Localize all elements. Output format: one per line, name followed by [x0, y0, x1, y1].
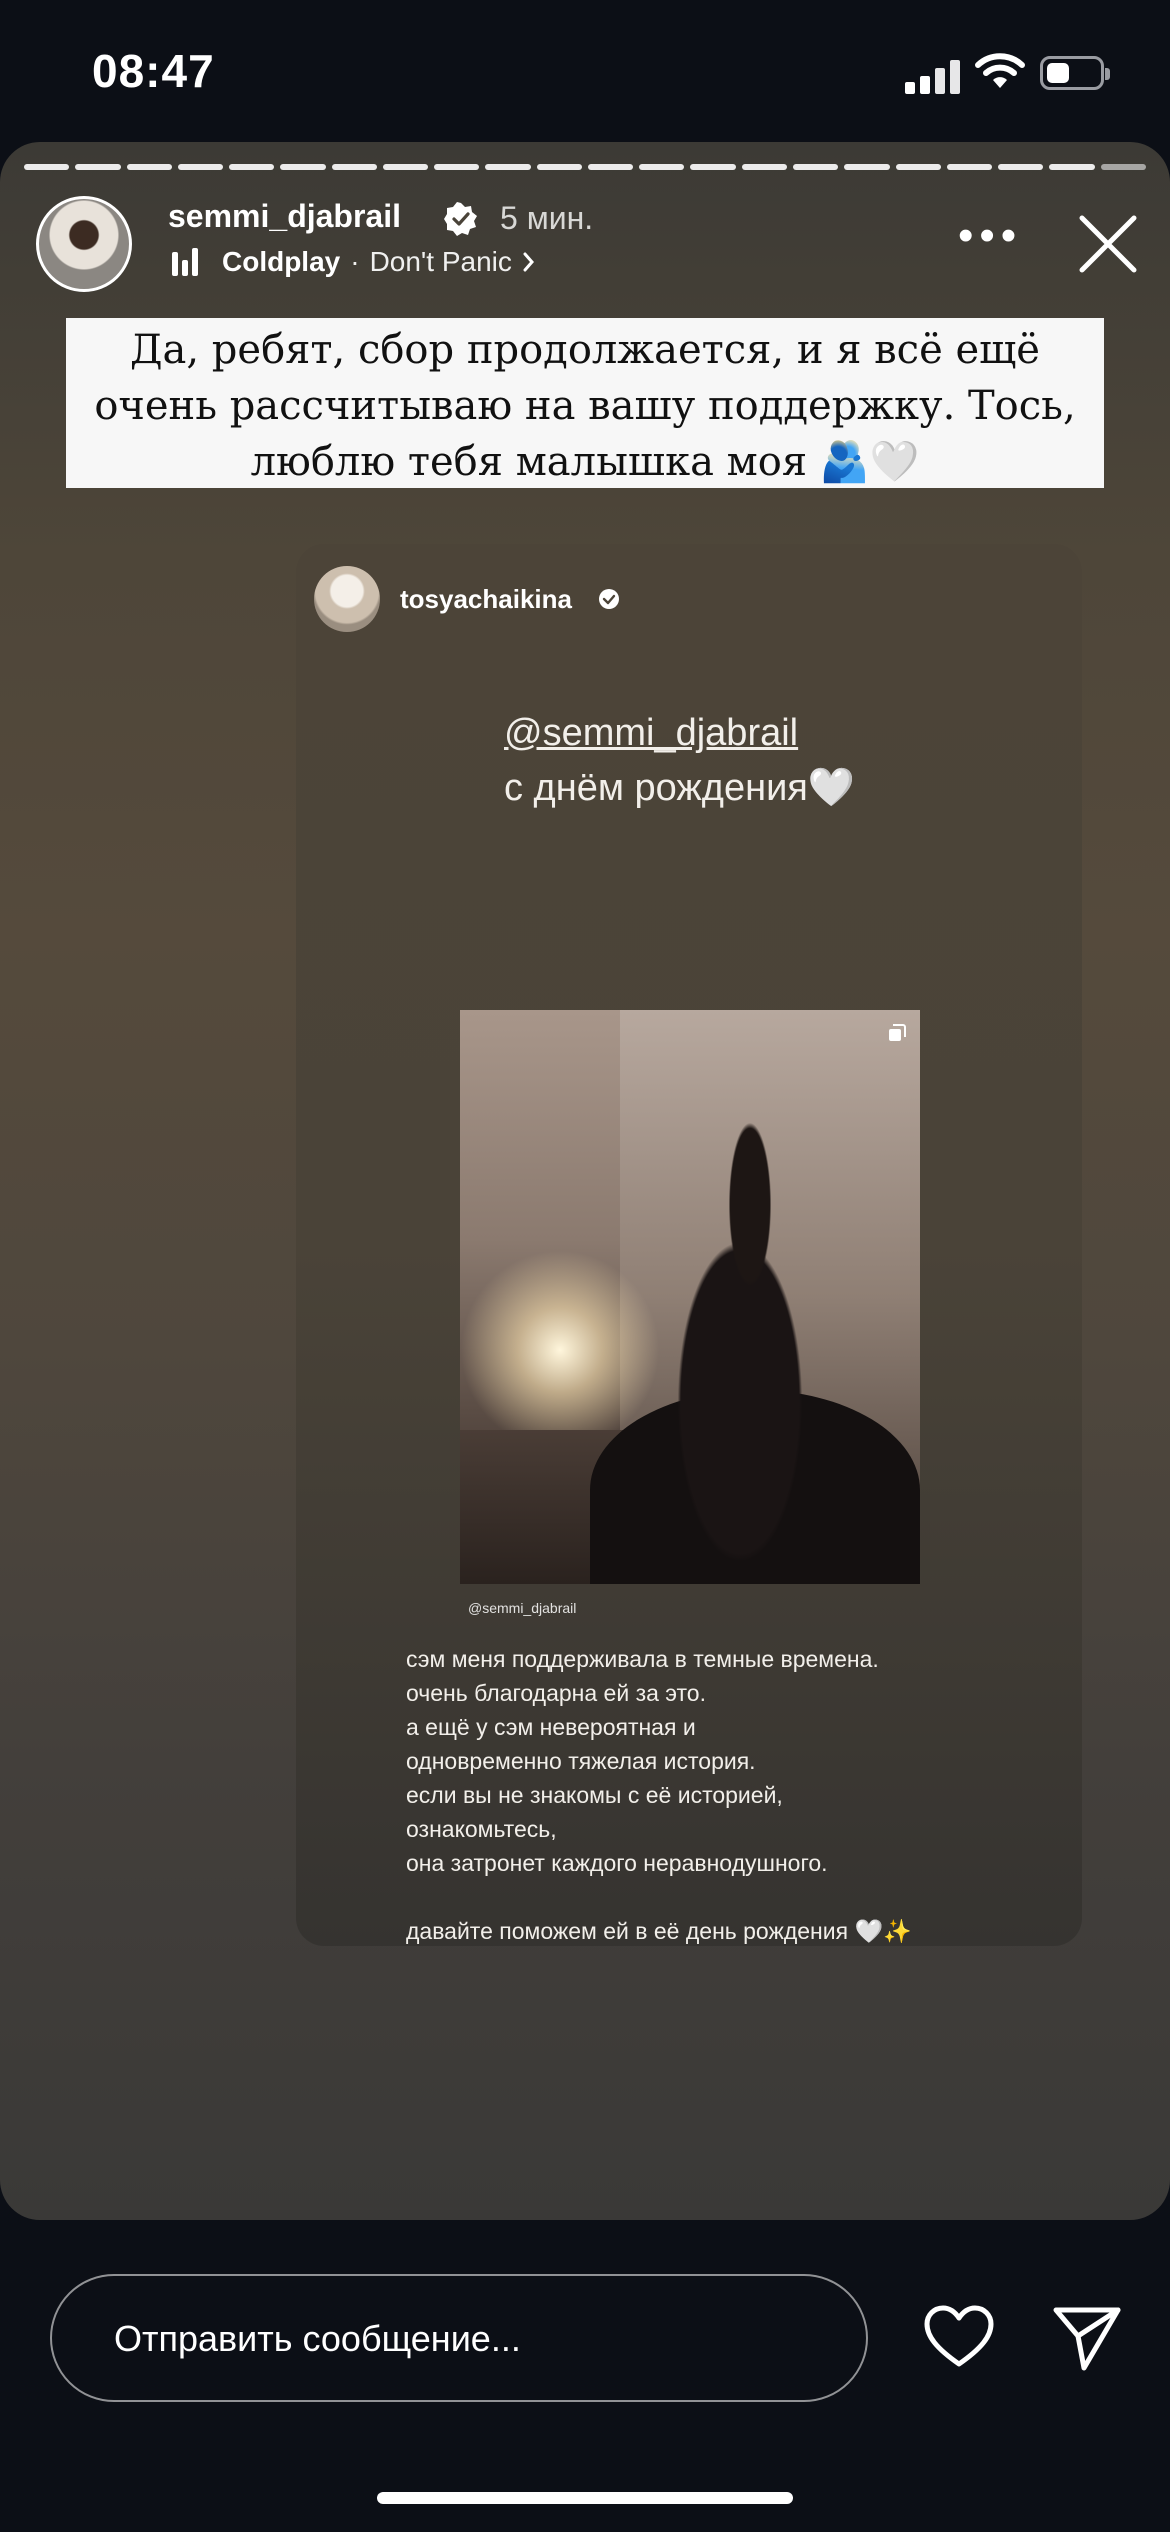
repost-body: сэм меня поддерживала в темные времена. …	[406, 1642, 1006, 1948]
verified-badge-icon	[599, 589, 619, 609]
more-dots-icon[interactable]: •••	[958, 214, 1022, 258]
progress-segment	[639, 164, 685, 170]
signal-bars-icon	[905, 58, 961, 94]
progress-segment	[792, 164, 839, 170]
story-card[interactable]: semmi_djabrail 5 мин. Coldplay · Don't P…	[0, 142, 1170, 2220]
progress-segment	[998, 164, 1044, 170]
reply-placeholder: Отправить сообщение...	[114, 2318, 521, 2359]
music-separator: ·	[350, 246, 360, 277]
home-indicator[interactable]	[377, 2492, 793, 2504]
story-time-ago: 5 мин.	[500, 200, 594, 236]
progress-segment	[434, 164, 480, 170]
progress-segment	[75, 164, 121, 170]
progress-segment	[741, 164, 787, 170]
close-icon[interactable]	[1076, 212, 1140, 276]
send-icon[interactable]	[1052, 2302, 1122, 2372]
photo-credit[interactable]: @semmi_djabrail	[468, 1600, 576, 1616]
progress-segment	[895, 164, 941, 170]
story-username[interactable]: semmi_djabrail	[168, 198, 401, 235]
progress-segment	[177, 164, 224, 170]
birthday-text: с днём рождения🤍	[504, 767, 856, 809]
progress-segment	[1049, 164, 1095, 170]
music-sticker[interactable]: Coldplay · Don't Panic	[172, 246, 536, 278]
avatar[interactable]	[36, 196, 132, 292]
battery-icon	[1040, 56, 1110, 90]
progress-segment	[229, 164, 275, 170]
repost-username[interactable]: tosyachaikina	[400, 584, 572, 615]
heart-icon[interactable]	[922, 2304, 996, 2370]
multiple-photos-icon	[889, 1024, 906, 1041]
mention-link[interactable]: @semmi_djabrail	[504, 712, 798, 755]
status-bar: 08:47	[0, 0, 1170, 140]
progress-segment	[485, 164, 531, 170]
repost-footer: давайте поможем ей в её день рождения 🤍✨	[406, 1918, 912, 1944]
story-caption: Да, ребят, сбор продолжается, и я всё ещ…	[66, 318, 1104, 488]
repost-avatar[interactable]	[314, 566, 380, 632]
reply-input[interactable]: Отправить сообщение...	[50, 2274, 868, 2402]
verified-badge-icon	[444, 202, 477, 236]
progress-segment	[946, 164, 993, 170]
progress-segment	[24, 164, 70, 170]
music-song: Don't Panic	[369, 246, 512, 277]
status-time: 08:47	[92, 45, 215, 97]
reposted-story[interactable]: tosyachaikina @semmi_djabrail с днём рож…	[296, 544, 1082, 1946]
progress-segment	[331, 164, 377, 170]
reposted-photo[interactable]	[460, 1010, 920, 1584]
progress-segment	[844, 164, 890, 170]
progress-segment	[587, 164, 634, 170]
story-progress-bar	[24, 164, 1146, 170]
chevron-right-icon	[523, 252, 534, 272]
music-bars-icon	[172, 248, 198, 276]
wifi-icon	[975, 53, 1025, 88]
progress-segment	[536, 164, 582, 170]
progress-segment	[280, 164, 326, 170]
progress-segment	[690, 164, 736, 170]
repost-body-paragraph: сэм меня поддерживала в темные времена. …	[406, 1646, 879, 1876]
progress-segment	[1100, 164, 1146, 170]
progress-segment	[382, 164, 429, 170]
progress-segment	[126, 164, 172, 170]
music-artist: Coldplay	[222, 246, 341, 277]
